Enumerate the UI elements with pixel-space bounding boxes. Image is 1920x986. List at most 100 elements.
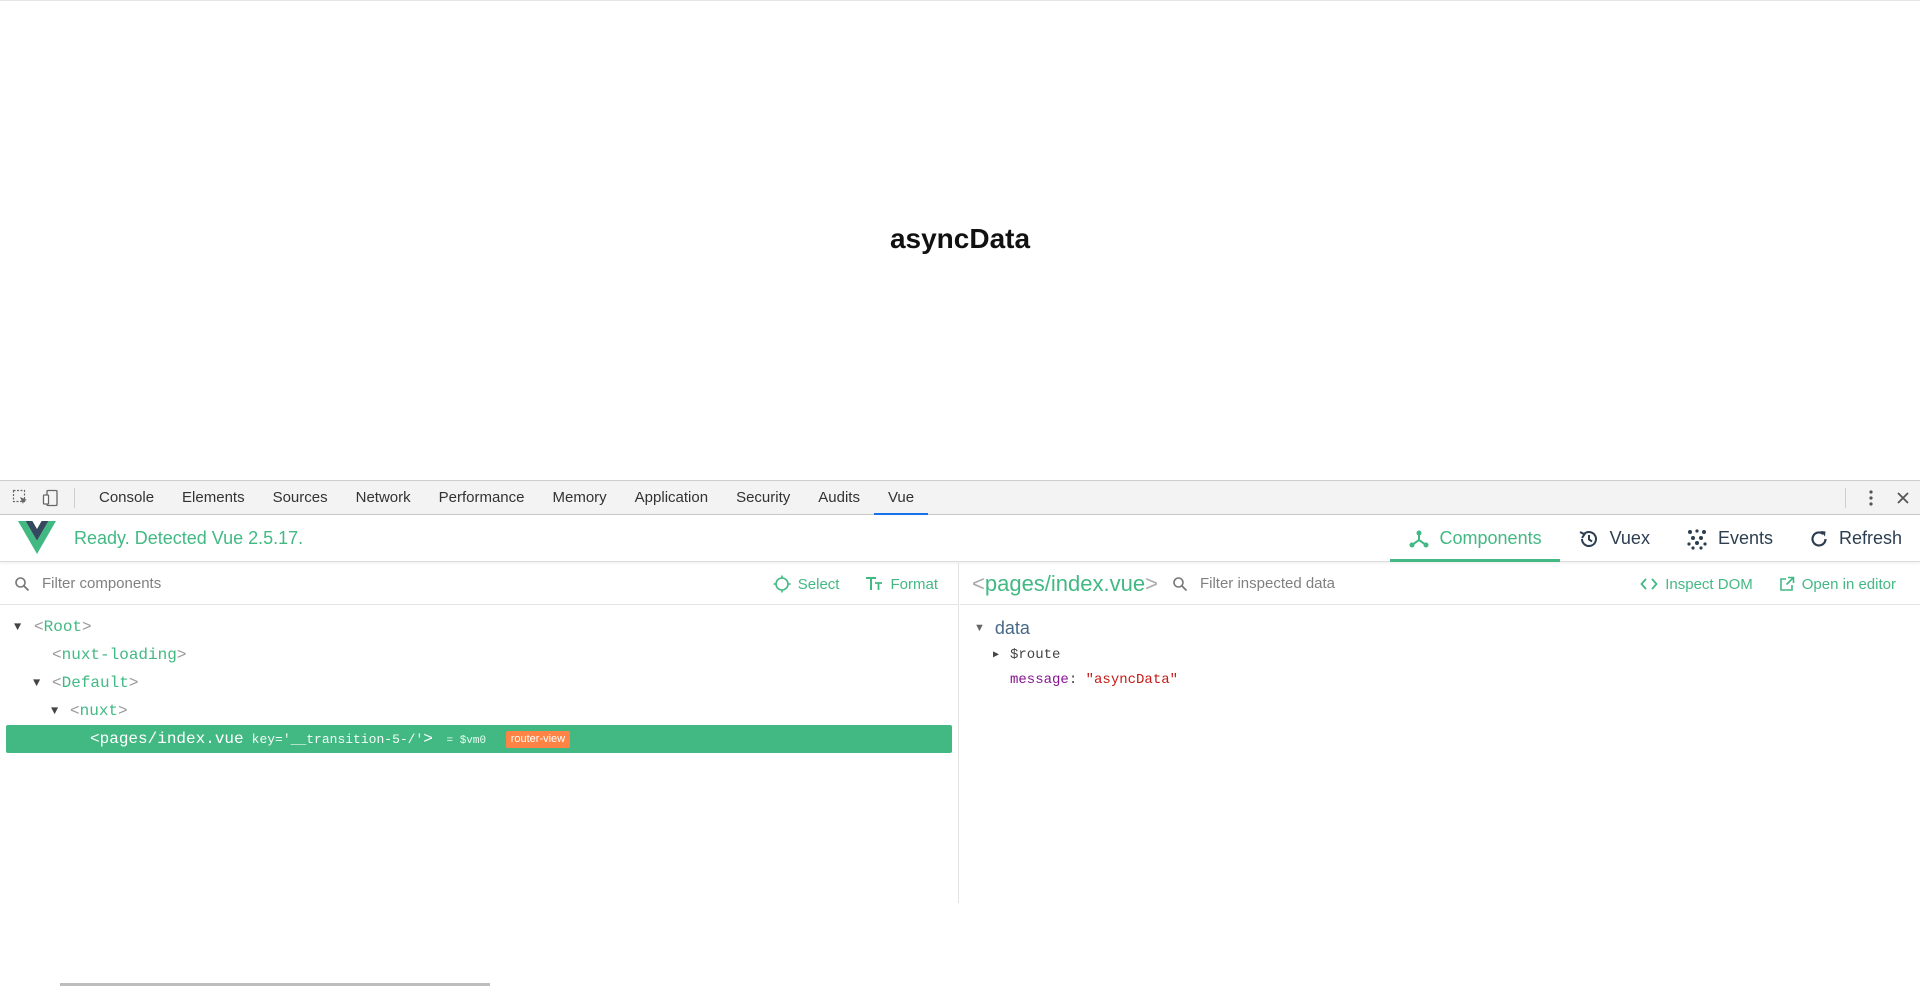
vuex-tab[interactable]: Vuex xyxy=(1560,515,1668,562)
inspector-actions: Inspect DOM Open in editor xyxy=(1640,563,1896,605)
tab-elements[interactable]: Elements xyxy=(168,481,259,515)
inspector-pane: <pages/index.vue> Inspect DOM Open in ed… xyxy=(960,563,1920,903)
search-icon xyxy=(1173,576,1188,591)
code-icon xyxy=(1640,578,1658,590)
history-icon xyxy=(1579,530,1597,547)
refresh-label: Refresh xyxy=(1838,528,1902,548)
inspector-toolbar: <pages/index.vue> Inspect DOM Open in ed… xyxy=(960,563,1920,605)
tree-node-label: nuxt xyxy=(79,702,119,720)
component-actions: Select Format xyxy=(773,563,938,605)
vuex-tab-label: Vuex xyxy=(1609,528,1650,548)
events-icon xyxy=(1687,528,1707,550)
tag-close-bracket: > xyxy=(1145,570,1158,596)
tree-node-label: nuxt-loading xyxy=(61,646,177,664)
tab-separator xyxy=(74,487,75,508)
devtools-panel: Console Elements Sources Network Perform… xyxy=(0,480,1920,986)
tree-node-nuxt-loading[interactable]: <nuxt-loading> xyxy=(0,641,958,669)
components-tab-label: Components xyxy=(1439,528,1542,548)
tab-vue[interactable]: Vue xyxy=(873,481,929,515)
tree-node-root[interactable]: ▼ <Root> xyxy=(0,613,958,641)
tab-performance[interactable]: Performance xyxy=(425,481,539,515)
tag-close-bracket: > xyxy=(82,618,92,636)
expanded-arrow-icon[interactable]: ▼ xyxy=(14,613,21,641)
select-label: Select xyxy=(797,575,840,593)
tab-network[interactable]: Network xyxy=(342,481,425,515)
vue-devtools-header: Ready. Detected Vue 2.5.17. Components V… xyxy=(0,515,1920,562)
vm-reference: = $vm0 xyxy=(446,735,487,747)
tab-separator xyxy=(1845,488,1846,508)
page-viewport: asyncData xyxy=(0,0,1920,480)
close-devtools-icon[interactable] xyxy=(1892,487,1914,509)
inspect-dom-label: Inspect DOM xyxy=(1665,575,1753,593)
devtools-tabstrip: Console Elements Sources Network Perform… xyxy=(0,480,1920,515)
tag-close-bracket: > xyxy=(118,702,128,720)
tabstrip-right-controls xyxy=(1845,481,1920,515)
tab-console[interactable]: Console xyxy=(85,481,168,515)
filter-inspected-data-input[interactable] xyxy=(1197,574,1498,593)
data-key: $route xyxy=(1010,647,1061,663)
events-tab-label: Events xyxy=(1717,528,1773,548)
components-icon xyxy=(1409,530,1429,547)
vue-nav: Components Vuex Events Refresh xyxy=(1389,515,1920,562)
events-tab[interactable]: Events xyxy=(1668,515,1791,562)
inspected-component-title: <pages/index.vue> xyxy=(972,571,1158,597)
expanded-arrow-icon[interactable]: ▼ xyxy=(33,669,40,697)
page-heading: asyncData xyxy=(889,223,1031,254)
data-section: ▼ data ▶ $route message: "asyncData" xyxy=(960,605,1920,693)
data-value[interactable]: "asyncData" xyxy=(1086,672,1178,688)
tab-audits[interactable]: Audits xyxy=(804,481,874,515)
select-button[interactable]: Select xyxy=(773,575,840,593)
tab-sources[interactable]: Sources xyxy=(259,481,342,515)
tab-security[interactable]: Security xyxy=(722,481,804,515)
tag-open-bracket: < xyxy=(972,570,985,596)
tag-close-bracket: > xyxy=(176,646,187,664)
components-tab[interactable]: Components xyxy=(1389,515,1560,562)
tag-open-bracket: < xyxy=(34,618,44,636)
data-section-title: data xyxy=(994,617,1030,638)
tree-node-label: pages/index.vue xyxy=(99,730,244,748)
tree-node-nuxt[interactable]: ▼ <nuxt> xyxy=(0,697,958,725)
tag-open-bracket: < xyxy=(52,646,62,664)
tree-node-label: Root xyxy=(43,618,83,636)
tag-open-bracket: < xyxy=(70,702,80,720)
text-format-icon xyxy=(866,577,883,590)
more-options-icon[interactable] xyxy=(1860,487,1882,509)
component-tree: ▼ <Root> <nuxt-loading> ▼ <Default> ▼ <n… xyxy=(0,605,958,753)
data-key: message xyxy=(1010,672,1069,688)
target-icon xyxy=(773,575,791,593)
tree-node-pages-index-selected[interactable]: <pages/index.vue key='__transition-5-/'> … xyxy=(6,725,952,753)
key-value-separator: : xyxy=(1068,672,1086,688)
expanded-arrow-icon: ▼ xyxy=(974,622,985,634)
external-link-icon xyxy=(1779,576,1795,591)
refresh-button[interactable]: Refresh xyxy=(1791,515,1920,562)
tag-close-bracket: > xyxy=(423,730,433,748)
refresh-icon xyxy=(1811,530,1827,547)
inspect-dom-button[interactable]: Inspect DOM xyxy=(1640,576,1753,593)
node-key-attr: key='__transition-5-/' xyxy=(251,732,424,747)
inspected-component-name: pages/index.vue xyxy=(984,570,1146,596)
data-row-route[interactable]: ▶ $route xyxy=(960,643,1920,668)
tag-open-bracket: < xyxy=(90,730,100,748)
data-row-message[interactable]: message: "asyncData" xyxy=(960,668,1920,693)
data-section-header[interactable]: ▼ data xyxy=(960,613,1920,643)
status-message: Ready. Detected Vue 2.5.17. xyxy=(74,527,304,548)
tree-node-default[interactable]: ▼ <Default> xyxy=(0,669,958,697)
expanded-arrow-icon[interactable]: ▼ xyxy=(51,697,58,725)
tab-memory[interactable]: Memory xyxy=(539,481,621,515)
tag-close-bracket: > xyxy=(128,674,139,692)
open-in-editor-label: Open in editor xyxy=(1801,575,1896,593)
format-label: Format xyxy=(890,575,938,593)
device-toolbar-icon[interactable] xyxy=(40,487,62,509)
tree-node-label: Default xyxy=(61,674,129,692)
search-icon xyxy=(15,576,30,591)
component-filter-bar: Select Format xyxy=(0,563,958,605)
format-button[interactable]: Format xyxy=(865,576,938,593)
inspect-element-icon[interactable] xyxy=(9,487,31,509)
components-pane: Select Format ▼ <Root> <nuxt-loading> ▼ … xyxy=(0,563,959,986)
filter-components-input[interactable] xyxy=(40,574,440,593)
tag-open-bracket: < xyxy=(52,674,62,692)
open-in-editor-button[interactable]: Open in editor xyxy=(1779,576,1896,593)
vue-logo-icon xyxy=(18,521,56,554)
collapsed-arrow-icon[interactable]: ▶ xyxy=(993,643,999,668)
tab-application[interactable]: Application xyxy=(621,481,722,515)
